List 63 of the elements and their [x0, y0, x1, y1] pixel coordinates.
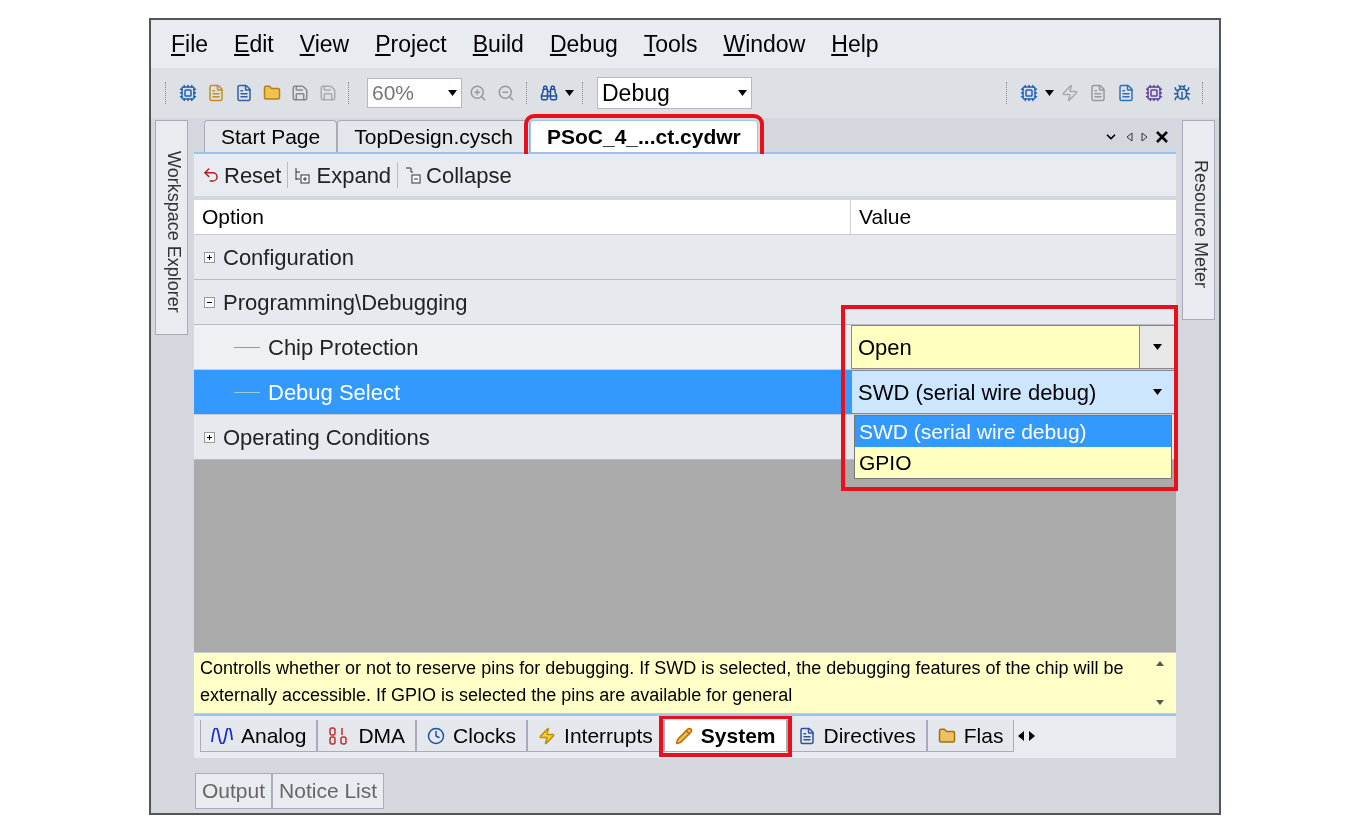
lightning-icon	[538, 726, 557, 745]
panel-tab[interactable]: Notice List	[272, 773, 385, 809]
caret-icon	[738, 90, 747, 96]
menu-item[interactable]: File	[171, 26, 209, 62]
side-tab[interactable]: Resource Meter	[1182, 120, 1215, 320]
pencil-icon	[674, 726, 693, 745]
value-field[interactable]: Open	[851, 325, 1176, 369]
designer-tab[interactable]: Interrupts	[527, 720, 664, 752]
scroll-right-icon[interactable]	[1141, 132, 1148, 142]
configuration-dropdown[interactable]: Debug	[597, 77, 752, 109]
menu-item[interactable]: Window	[723, 26, 806, 62]
designer-tab[interactable]: Flas	[926, 720, 1015, 752]
dropdown-caret-icon	[1153, 344, 1162, 350]
menu-item[interactable]: View	[299, 26, 350, 62]
group-label: Operating Conditions	[223, 423, 430, 452]
document-icon	[797, 726, 816, 745]
dropdown-caret-icon	[1152, 389, 1162, 395]
caret-icon	[565, 90, 574, 96]
designer-tab[interactable]: Clocks	[416, 720, 528, 752]
expand-node-icon[interactable]	[204, 431, 215, 443]
undo-icon	[202, 166, 220, 184]
designer-tab[interactable]: Directives	[786, 720, 927, 752]
wave-icon	[211, 727, 233, 744]
group-label: Configuration	[223, 243, 354, 272]
menu-item[interactable]: Tools	[643, 26, 698, 62]
document-tab[interactable]: TopDesign.cysch	[337, 120, 530, 152]
toolbar-button[interactable]: Reset	[202, 158, 282, 192]
property-label: Debug Select	[268, 378, 401, 407]
tree-collapse-icon	[404, 166, 423, 184]
toolbar-button[interactable]: Expand	[294, 158, 392, 192]
dropdown-option[interactable]: GPIO	[855, 447, 1171, 478]
menu-item[interactable]: Debug	[549, 26, 618, 62]
property-label: Chip Protection	[268, 333, 419, 362]
column-header: Value	[858, 204, 913, 231]
value-field[interactable]: SWD (serial wire debug)	[851, 370, 1176, 414]
designer-tab[interactable]: DMA	[317, 720, 417, 752]
panel-tab[interactable]: Output	[195, 773, 273, 809]
clock-icon	[427, 726, 446, 745]
scroll-left-icon[interactable]	[1018, 731, 1026, 741]
scroll-left-icon[interactable]	[1126, 132, 1133, 142]
expand-node-icon[interactable]	[204, 251, 215, 263]
property-row[interactable]: Chip Protection Open	[194, 325, 1176, 370]
document-tab[interactable]: Start Page	[204, 120, 338, 152]
menu-item[interactable]: Help	[831, 26, 879, 62]
caret-icon	[448, 90, 457, 96]
help-text: Controlls whether or not to reserve pins for debugging. If SWD is selected, the debugging features of the chip will be externally accessible. If GPIO is selected the pins are available for general	[199, 657, 1125, 707]
scroll-right-icon[interactable]	[1029, 731, 1037, 741]
collapse-node-icon[interactable]	[204, 296, 215, 308]
column-header: Option	[194, 200, 851, 234]
toolbar-button[interactable]: Collapse	[404, 158, 512, 192]
close-icon[interactable]	[1156, 131, 1168, 143]
menu-item[interactable]: Build	[472, 26, 524, 62]
menu-item[interactable]: Project	[375, 26, 447, 62]
menu-item[interactable]: Edit	[234, 26, 274, 62]
folder-icon	[937, 726, 956, 745]
zoom-dropdown[interactable]: 60%	[367, 78, 462, 108]
caret-icon	[1045, 90, 1054, 96]
side-tab[interactable]: Workspace Explorer	[155, 120, 188, 335]
scroll-up-icon[interactable]	[1156, 661, 1164, 666]
group-label: Programming\Debugging	[223, 288, 468, 317]
scroll-down-icon[interactable]	[1156, 700, 1164, 705]
tree-expand-icon	[294, 166, 313, 184]
designer-tab[interactable]: Analog	[200, 720, 318, 752]
